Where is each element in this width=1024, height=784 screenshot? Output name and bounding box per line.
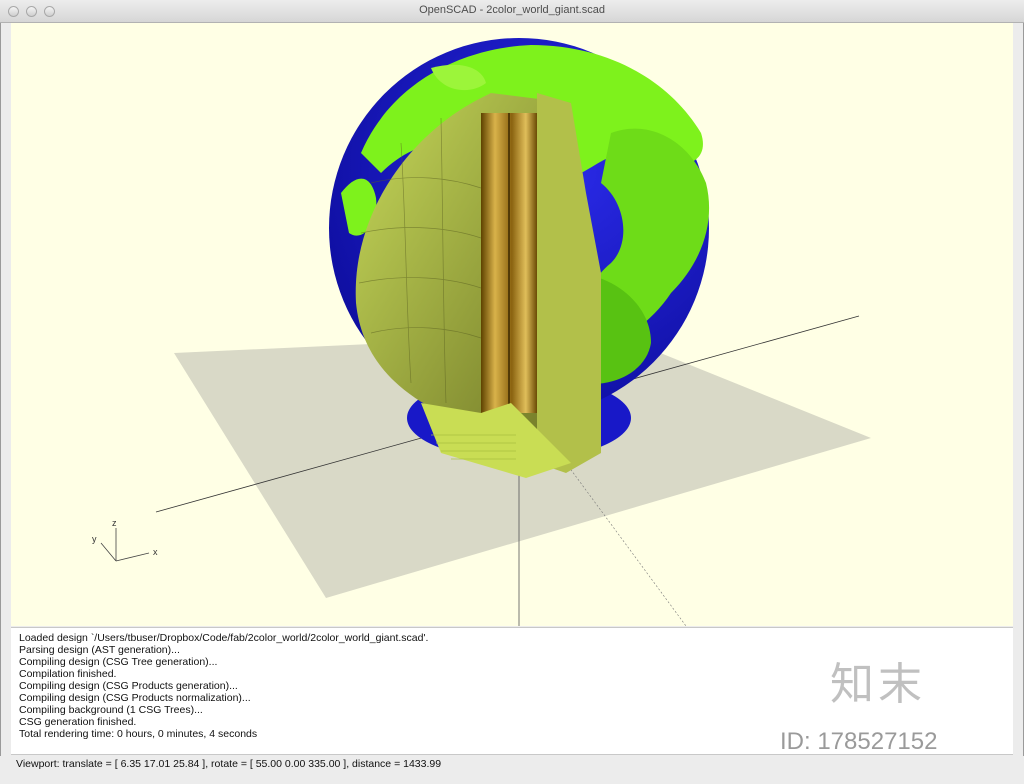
- 3d-viewport[interactable]: z x y: [11, 23, 1013, 626]
- axis-label-x: x: [153, 547, 158, 557]
- console-line: Loaded design `/Users/tbuser/Dropbox/Cod…: [19, 632, 429, 644]
- viewport-status: Viewport: translate = [ 6.35 17.01 25.84…: [16, 758, 442, 770]
- axis-label-y: y: [92, 534, 97, 544]
- title-bar: OpenSCAD - 2color_world_giant.scad: [0, 0, 1024, 23]
- status-bar: Viewport: translate = [ 6.35 17.01 25.84…: [0, 756, 1024, 784]
- watermark-brand: 知末: [830, 660, 926, 709]
- openscad-window: OpenSCAD - 2color_world_giant.scad z x y…: [0, 0, 1024, 784]
- axis-label-z: z: [112, 518, 117, 528]
- console-line: CSG generation finished.: [19, 716, 137, 728]
- watermark-id: ID: 178527152: [780, 728, 938, 755]
- window-title: OpenSCAD - 2color_world_giant.scad: [419, 4, 605, 16]
- axis-gizmo: [100, 528, 150, 562]
- model-render: z x y: [92, 38, 871, 626]
